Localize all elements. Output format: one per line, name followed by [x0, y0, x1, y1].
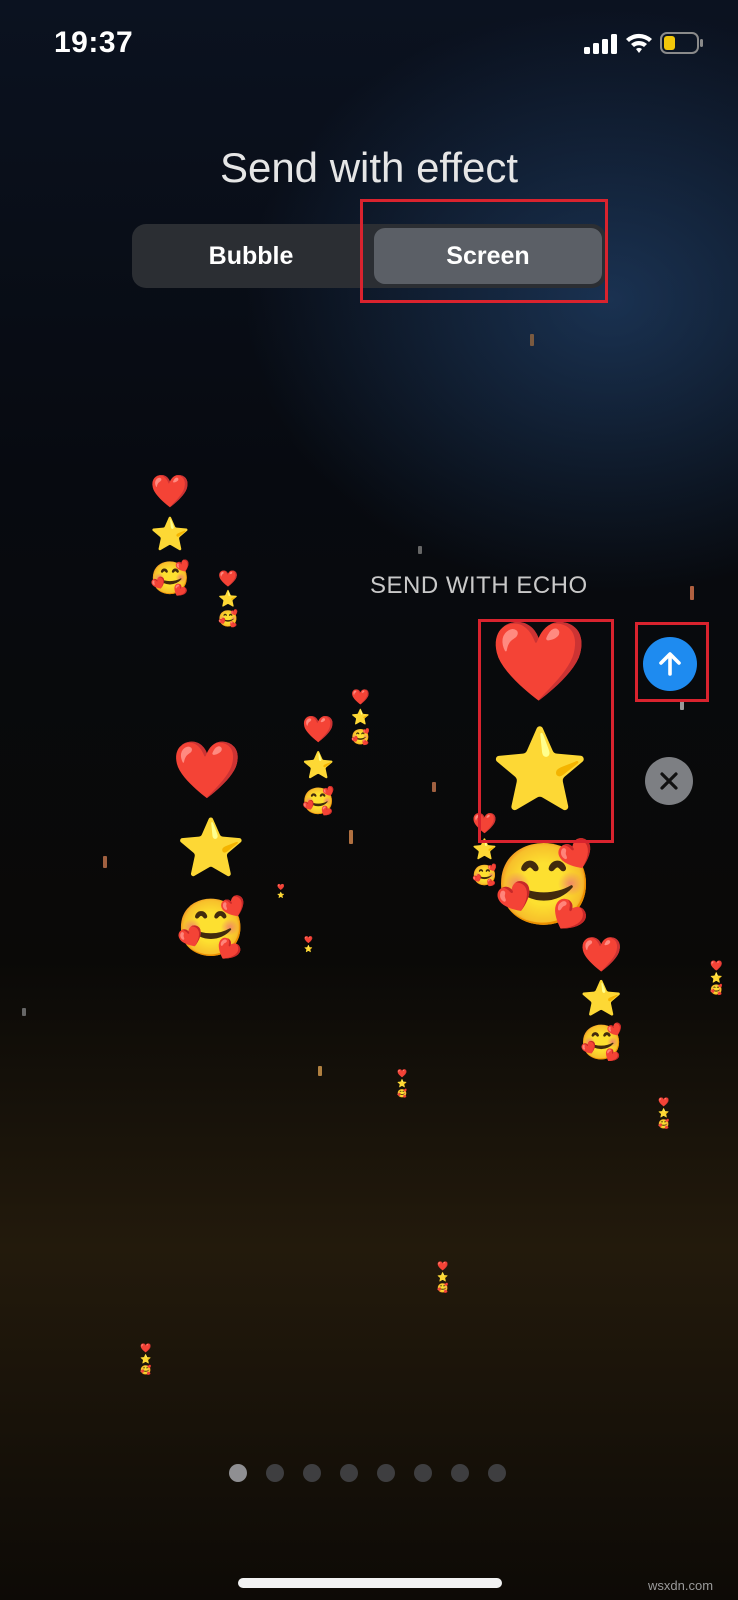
page-dot[interactable]	[303, 1464, 321, 1482]
heart-emoji: ❤️	[397, 1069, 407, 1078]
particle	[432, 782, 436, 792]
particle	[530, 334, 534, 346]
highlight-box-echo-preview	[478, 619, 614, 843]
smiling-hearts-emoji: 🥰	[397, 1089, 407, 1098]
smiling-hearts-emoji: 🥰	[218, 611, 238, 628]
page-dot[interactable]	[377, 1464, 395, 1482]
star-emoji: ⭐	[710, 973, 723, 984]
effect-page-indicator[interactable]	[0, 1464, 738, 1484]
smiling-hearts-emoji: 🥰	[472, 865, 497, 887]
star-emoji: ⭐	[472, 839, 497, 861]
heart-emoji: ❤️	[302, 714, 335, 744]
heart-emoji: ❤️	[150, 473, 190, 509]
status-time: 19:37	[54, 26, 134, 59]
status-bar: 19:37	[0, 0, 738, 90]
battery-icon	[660, 32, 703, 54]
heart-emoji: ❤️	[218, 571, 238, 588]
smiling-hearts-emoji: 🥰	[351, 729, 370, 746]
smiling-hearts-emoji: 🥰	[150, 560, 190, 596]
particle	[22, 1008, 26, 1016]
particle	[418, 546, 422, 554]
star-emoji: ⭐	[351, 709, 370, 726]
highlight-box-screen-tab	[360, 199, 608, 303]
page-title: Send with effect	[219, 144, 519, 191]
signal-icon	[584, 34, 617, 54]
star-emoji: ⭐	[397, 1079, 407, 1088]
star-emoji: ⭐	[218, 591, 238, 608]
home-indicator[interactable]	[238, 1578, 502, 1588]
smiling-hearts-emoji: 🥰	[437, 1283, 449, 1293]
particle	[318, 1066, 322, 1076]
smiling-hearts-emoji: 🥰	[658, 1119, 670, 1129]
heart-emoji: ❤️	[172, 738, 242, 801]
page-dot[interactable]	[229, 1464, 247, 1482]
heart-emoji: ❤️	[658, 1097, 670, 1107]
watermark: wsxdn.com	[648, 1578, 714, 1593]
star-emoji: ⭐	[277, 893, 285, 899]
close-icon	[660, 772, 678, 790]
star-emoji: ⭐	[302, 750, 335, 780]
smiling-hearts-emoji: 🥰	[176, 896, 246, 959]
tab-bubble[interactable]: Bubble	[136, 228, 366, 284]
page-dot[interactable]	[451, 1464, 469, 1482]
star-emoji: ⭐	[658, 1108, 670, 1118]
heart-emoji: ❤️	[140, 1343, 152, 1353]
particle	[103, 856, 107, 868]
star-emoji: ⭐	[437, 1272, 449, 1282]
effect-name-label: SEND WITH ECHO	[370, 572, 588, 599]
page-dot[interactable]	[488, 1464, 506, 1482]
heart-emoji: ❤️	[351, 689, 370, 706]
star-emoji: ⭐	[140, 1354, 152, 1364]
cancel-effect-button[interactable]	[645, 757, 693, 805]
particle	[690, 586, 694, 600]
page-dot[interactable]	[340, 1464, 358, 1482]
highlight-box-send-button	[635, 622, 709, 702]
heart-emoji: ❤️	[304, 937, 313, 944]
page-dot[interactable]	[414, 1464, 432, 1482]
particle	[349, 830, 353, 844]
heart-emoji: ❤️	[710, 961, 723, 972]
smiling-hearts-emoji: 🥰	[580, 1024, 623, 1062]
smiling-hearts-emoji: 🥰	[140, 1365, 152, 1375]
star-emoji: ⭐	[150, 516, 190, 552]
page-dot[interactable]	[266, 1464, 284, 1482]
star-emoji: ⭐	[304, 946, 313, 953]
star-emoji: ⭐	[580, 980, 623, 1018]
heart-emoji: ❤️	[277, 885, 285, 891]
star-emoji: ⭐	[176, 816, 246, 879]
wifi-icon	[626, 33, 652, 53]
heart-emoji: ❤️	[580, 936, 623, 974]
heart-emoji: ❤️	[437, 1261, 449, 1271]
smiling-hearts-emoji: 🥰	[302, 786, 335, 816]
smiling-hearts-emoji: 🥰	[710, 985, 723, 996]
smiling-hearts-emoji: 🥰	[494, 840, 594, 929]
